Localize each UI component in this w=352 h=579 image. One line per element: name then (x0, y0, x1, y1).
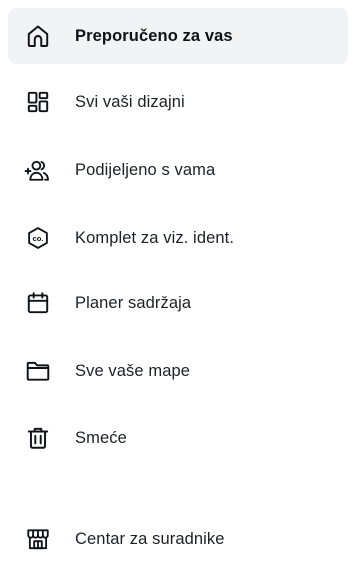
nav-item-content-planner[interactable]: Planer sadržaja (8, 275, 348, 331)
sidebar-nav: Preporučeno za vas Svi vaši dizajni Podi… (0, 0, 352, 579)
nav-item-shared-with-you[interactable]: Podijeljeno s vama (8, 142, 348, 198)
nav-item-label: Svi vaši dizajni (75, 93, 185, 111)
nav-item-recommended[interactable]: Preporučeno za vas (8, 8, 348, 64)
home-icon (24, 22, 52, 50)
nav-item-label: Smeće (75, 429, 127, 447)
nav-item-label: Sve vaše mape (75, 362, 191, 380)
nav-item-label: Komplet za viz. ident. (75, 229, 235, 247)
shared-users-icon (24, 156, 52, 184)
nav-item-brand-kit[interactable]: co. Komplet za viz. ident. (8, 210, 348, 266)
nav-item-label: Centar za suradnike (75, 530, 225, 548)
store-icon (24, 525, 52, 553)
svg-text:co.: co. (33, 234, 44, 243)
grid-icon (24, 88, 52, 116)
nav-item-all-designs[interactable]: Svi vaši dizajni (8, 74, 348, 130)
trash-icon (24, 424, 52, 452)
brand-kit-icon: co. (24, 224, 52, 252)
nav-item-creator-hub[interactable]: Centar za suradnike (8, 511, 348, 567)
nav-item-all-folders[interactable]: Sve vaše mape (8, 343, 348, 399)
nav-item-label: Preporučeno za vas (75, 27, 233, 45)
nav-item-label: Podijeljeno s vama (75, 161, 216, 179)
folder-icon (24, 357, 52, 385)
calendar-icon (24, 289, 52, 317)
nav-item-label: Planer sadržaja (75, 294, 192, 312)
nav-item-trash[interactable]: Smeće (8, 410, 348, 466)
